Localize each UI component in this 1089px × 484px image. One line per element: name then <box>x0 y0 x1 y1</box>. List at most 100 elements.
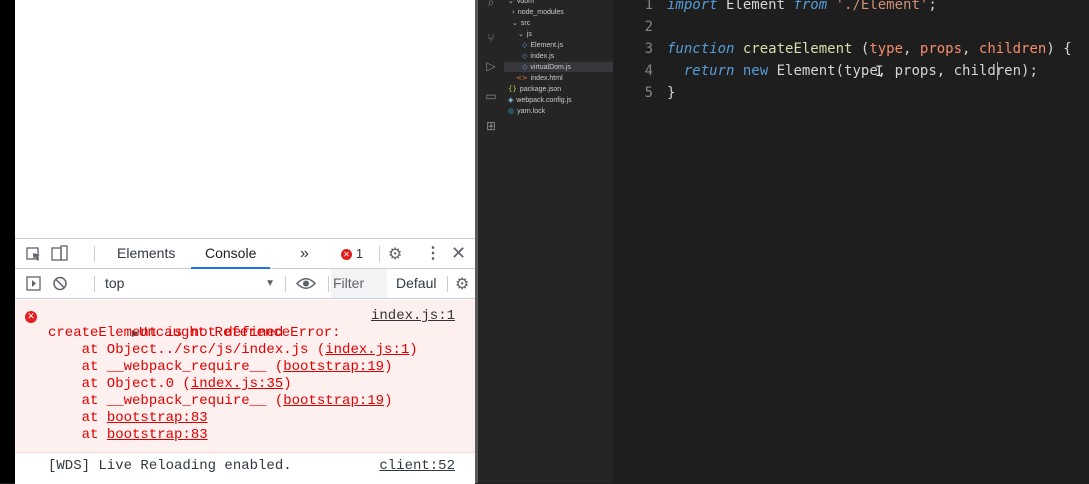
toolbar-divider <box>94 246 95 262</box>
settings-gear-icon[interactable]: ⚙ <box>388 239 402 268</box>
explorer-item[interactable]: {} package.json <box>504 84 613 94</box>
window-edge <box>0 0 15 483</box>
code-line: 3 function createElement (type, props, ch… <box>613 38 1072 60</box>
extensions-icon[interactable]: ⊞ <box>483 118 499 134</box>
code-token: './Element' <box>835 0 929 13</box>
stack-frame-text: at <box>48 427 107 443</box>
explorer-item[interactable]: ◍ yarn.lock <box>504 106 613 116</box>
code-token: from <box>793 0 828 13</box>
devtools-panel: Elements Console » ✕ 1 ⚙ ⋮ ✕ top ▼ Filte… <box>15 238 475 484</box>
error-count: 1 <box>355 246 364 261</box>
line-number: 2 <box>644 19 653 35</box>
toolbar-divider <box>285 276 286 292</box>
stack-frame-link[interactable]: bootstrap:83 <box>107 410 208 426</box>
sidebar-toggle-icon[interactable] <box>25 269 43 298</box>
error-counter[interactable]: ✕ 1 <box>341 239 363 268</box>
log-text: [WDS] Live Reloading enabled. <box>48 458 292 474</box>
activity-bar: ⌕ ⑂ ▷ ▭ ⊞ <box>478 0 504 483</box>
filter-input[interactable]: Filter <box>331 269 387 298</box>
stack-frame-link[interactable]: index.js:35 <box>191 376 283 392</box>
chevron-down-icon: ⌄ <box>508 0 514 5</box>
stack-frame-text: at Object../src/js/index.js ( <box>48 342 326 358</box>
text-cursor <box>997 62 998 80</box>
run-debug-icon[interactable]: ▷ <box>483 58 499 74</box>
clear-console-icon[interactable] <box>52 269 70 298</box>
toolbar-divider <box>94 276 95 292</box>
console-log-message: [WDS] Live Reloading enabled. client:52 <box>15 452 475 480</box>
line-number: 5 <box>644 85 653 101</box>
context-selector-value: top <box>105 275 125 291</box>
error-description: createElement is not defined <box>48 325 284 341</box>
code-token: , <box>962 41 979 57</box>
stack-frame-link[interactable]: index.js:1 <box>325 342 409 358</box>
toolbar-divider <box>447 276 448 292</box>
explorer-item-label: package.json <box>519 86 562 93</box>
explorer-item[interactable]: <> index.html <box>504 73 613 83</box>
filter-placeholder: Filter <box>333 275 365 291</box>
tab-console[interactable]: Console <box>191 239 271 269</box>
explorer-item[interactable]: ⌄ vdom <box>504 0 613 6</box>
explorer-item[interactable]: ◇ index.js <box>504 51 613 61</box>
log-source-link[interactable]: client:52 <box>379 458 455 474</box>
chevron-right-icon: › <box>512 8 515 16</box>
explorer-item[interactable]: › node_modules <box>504 7 613 17</box>
stack-frame-suffix: ) <box>409 342 418 358</box>
explorer-item[interactable]: ◇ virtualDom.js <box>504 62 613 72</box>
explorer-item-label: index.html <box>530 75 563 82</box>
explorer-item-label: js <box>526 31 532 38</box>
log-levels-dropdown[interactable]: Defaul <box>396 269 436 298</box>
stack-frame: at Object../src/js/index.js (index.js:1) <box>48 342 418 359</box>
explorer-item[interactable]: ⌄ src <box>504 18 613 28</box>
stack-frame: at bootstrap:83 <box>48 427 208 444</box>
stack-frame: at bootstrap:83 <box>48 410 208 427</box>
explorer-item-label: vdom <box>516 0 534 5</box>
code-token: ; <box>928 0 937 13</box>
code-token: createElement <box>742 41 853 57</box>
source-control-icon[interactable]: ⑂ <box>483 30 499 46</box>
eye-icon[interactable] <box>295 269 317 298</box>
explorer-item[interactable]: ◇ Element.js <box>504 40 613 50</box>
code-token: } <box>667 85 676 101</box>
console-settings-icon[interactable]: ⚙ <box>455 269 469 298</box>
error-icon: ✕ <box>341 248 352 260</box>
stack-frame: at Object.0 (index.js:35) <box>48 376 292 393</box>
stack-frame: at __webpack_require__ (bootstrap:19) <box>48 359 393 376</box>
explorer-item[interactable]: ◈ webpack.config.js <box>504 95 613 105</box>
code-editor[interactable]: 1 import Element from './Element'; 2 3 funct… <box>613 0 1089 483</box>
device-toolbar-icon[interactable] <box>51 239 69 268</box>
code-token: Element <box>717 0 794 13</box>
remote-explorer-icon[interactable]: ▭ <box>483 88 499 104</box>
code-token: import <box>667 0 718 13</box>
code-token: function <box>667 41 735 57</box>
code-token: type <box>869 41 904 57</box>
inspect-element-icon[interactable] <box>25 239 43 268</box>
code-token: children <box>978 41 1047 57</box>
stack-frame-suffix: ) <box>384 393 393 409</box>
tab-elements[interactable]: Elements <box>117 239 175 268</box>
html-file-icon: <> <box>516 74 528 82</box>
stack-frame-link[interactable]: bootstrap:83 <box>107 427 208 443</box>
explorer-item-label: yarn.lock <box>517 108 546 115</box>
close-icon[interactable]: ✕ <box>451 239 466 268</box>
explorer-item[interactable]: ⌄ js <box>504 29 613 39</box>
console-toolbar: top ▼ Filter Defaul ⚙ <box>15 269 475 299</box>
code-editor-window: ⌕ ⑂ ▷ ▭ ⊞ ⌄ vdom › node_modules ⌄ src ⌄ js ◇ Elem… <box>478 0 1089 483</box>
context-selector[interactable]: top ▼ <box>105 269 275 298</box>
stack-frame-link[interactable]: bootstrap:19 <box>283 359 384 375</box>
stack-frame-link[interactable]: bootstrap:19 <box>283 393 384 409</box>
explorer-item-label: virtualDom.js <box>530 64 571 71</box>
error-source-link[interactable]: index.js:1 <box>371 308 455 324</box>
toolbar-divider <box>379 246 380 262</box>
stack-frame-suffix: ) <box>283 376 292 392</box>
stack-frame-text: at <box>48 410 107 426</box>
code-token: , <box>903 41 920 57</box>
yarn-file-icon: ◍ <box>508 107 515 115</box>
explorer-item-label: index.js <box>530 53 555 60</box>
more-tabs-button[interactable]: » <box>300 239 309 268</box>
browser-pane: Elements Console » ✕ 1 ⚙ ⋮ ✕ top ▼ Filte… <box>15 0 475 484</box>
code-token: ) { <box>1046 41 1072 57</box>
search-icon[interactable]: ⌕ <box>483 0 499 10</box>
kebab-menu-icon[interactable]: ⋮ <box>425 239 441 268</box>
